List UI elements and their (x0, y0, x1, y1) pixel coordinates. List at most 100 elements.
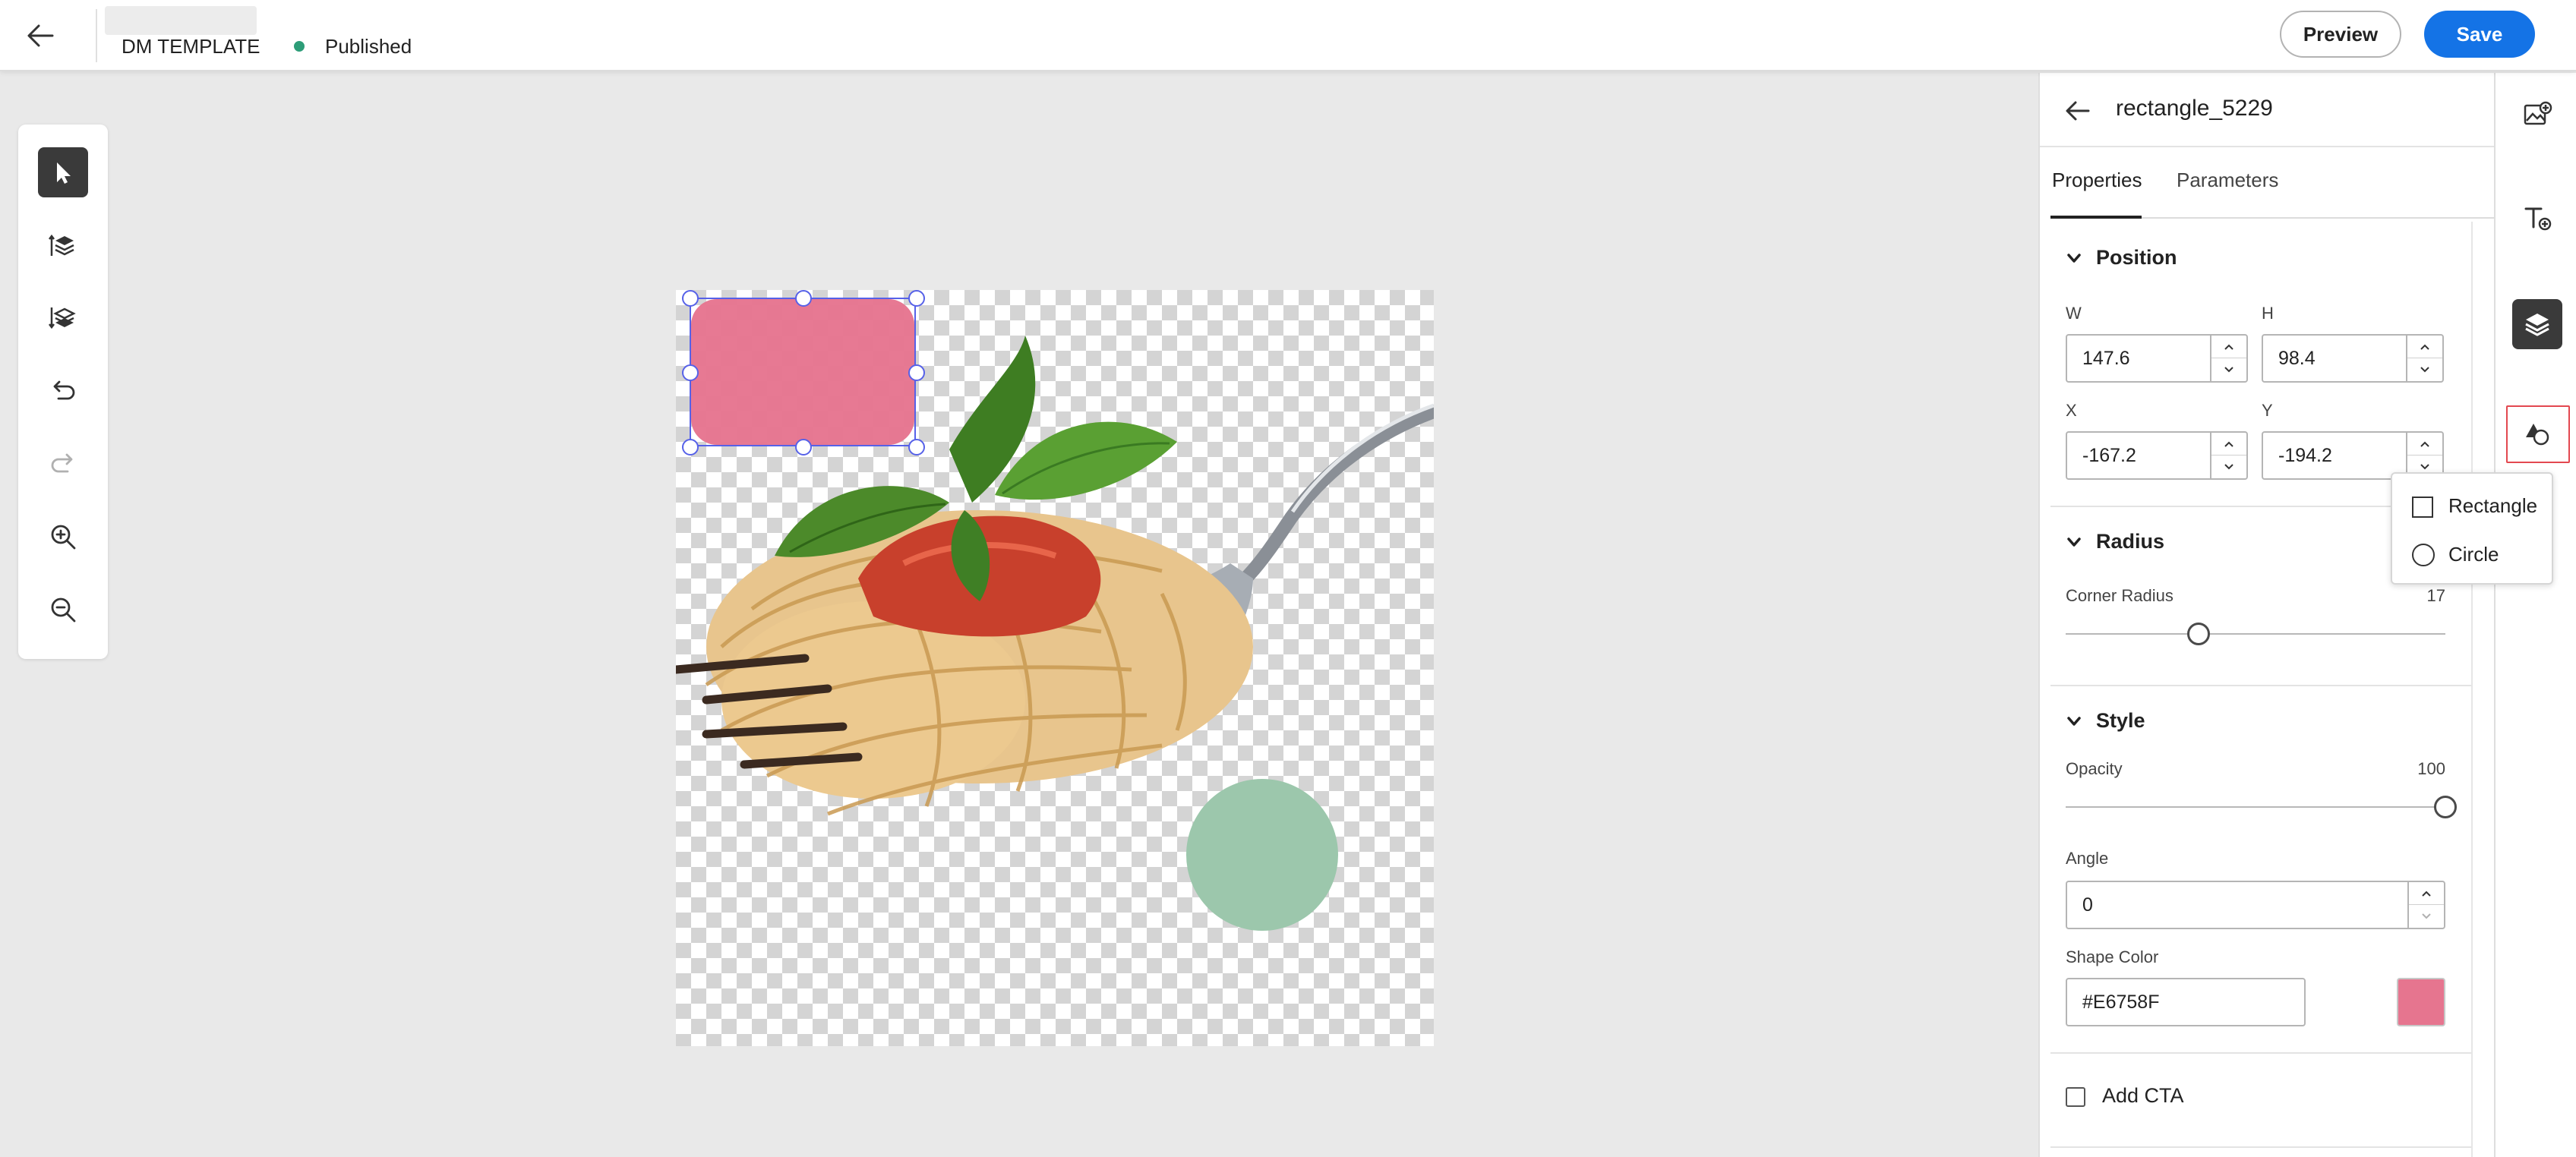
y-stepper (2406, 433, 2442, 478)
panel-divider (2040, 146, 2496, 147)
shape-dropdown-menu: Rectangle Circle (2391, 472, 2553, 585)
resize-handle-top[interactable] (795, 290, 812, 307)
tab-parameters[interactable]: Parameters (2177, 169, 2278, 192)
zoom-out-icon[interactable] (38, 585, 88, 635)
header-divider (96, 9, 97, 62)
selected-rectangle[interactable] (682, 290, 925, 456)
angle-input[interactable] (2067, 882, 2407, 928)
shape-color-swatch[interactable] (2397, 978, 2445, 1026)
position-section-header[interactable]: Position (2066, 246, 2177, 270)
x-field (2066, 431, 2248, 480)
angle-label: Angle (2066, 849, 2109, 868)
x-stepper (2210, 433, 2246, 478)
menu-item-label: Rectangle (2448, 493, 2538, 517)
y-increment-icon[interactable] (2407, 433, 2442, 456)
width-field (2066, 334, 2248, 383)
menu-item-circle[interactable]: Circle (2392, 530, 2552, 578)
panel-scrollbar[interactable] (2471, 222, 2473, 1157)
panel-back-icon[interactable] (2061, 94, 2095, 128)
pink-rectangle-shape[interactable] (691, 299, 914, 445)
angle-stepper (2407, 882, 2444, 928)
opacity-track[interactable] (2066, 806, 2445, 808)
add-image-icon[interactable] (2512, 90, 2562, 140)
menu-item-rectangle[interactable]: Rectangle (2392, 481, 2552, 530)
preview-button[interactable]: Preview (2280, 11, 2401, 58)
add-text-icon[interactable] (2512, 193, 2562, 243)
active-tab-indicator (2050, 216, 2142, 219)
save-button[interactable]: Save (2424, 11, 2535, 58)
height-stepper (2406, 336, 2442, 381)
bring-forward-icon[interactable] (38, 220, 88, 270)
h-label: H (2262, 304, 2274, 323)
right-rail (2494, 73, 2576, 1157)
shape-color-label: Shape Color (2066, 947, 2159, 966)
x-input[interactable] (2067, 433, 2210, 478)
width-decrement-icon[interactable] (2211, 358, 2246, 381)
resize-handle-top-left[interactable] (682, 290, 699, 307)
corner-radius-thumb[interactable] (2187, 623, 2210, 645)
style-section-header[interactable]: Style (2066, 709, 2145, 733)
resize-handle-bottom[interactable] (795, 439, 812, 456)
title-placeholder (105, 6, 257, 35)
height-increment-icon[interactable] (2407, 336, 2442, 358)
opacity-value: 100 (2417, 759, 2445, 778)
radius-title: Radius (2096, 530, 2165, 553)
status-dot (294, 41, 305, 52)
shape-color-input[interactable]: #E6758F (2066, 978, 2306, 1026)
element-name: rectangle_5229 (2116, 96, 2273, 121)
chevron-down-icon (2067, 253, 2081, 263)
angle-decrement-icon[interactable] (2409, 905, 2444, 928)
undo-icon[interactable] (38, 366, 88, 416)
width-stepper (2210, 336, 2246, 381)
section-divider (2050, 1146, 2471, 1148)
x-increment-icon[interactable] (2211, 433, 2246, 456)
opacity-thumb[interactable] (2434, 796, 2457, 818)
send-backward-icon[interactable] (38, 293, 88, 343)
top-bar: DM TEMPLATE Published Preview Save (0, 0, 2576, 71)
zoom-in-icon[interactable] (38, 512, 88, 562)
style-title: Style (2096, 709, 2145, 732)
height-field (2262, 334, 2444, 383)
width-input[interactable] (2067, 336, 2210, 381)
circle-icon (2412, 544, 2435, 566)
select-tool-icon[interactable] (38, 147, 88, 197)
radius-section-header[interactable]: Radius (2066, 530, 2164, 553)
add-cta-checkbox[interactable] (2066, 1087, 2085, 1107)
resize-handle-right[interactable] (908, 364, 925, 381)
back-arrow-icon[interactable] (23, 18, 58, 53)
tab-properties[interactable]: Properties (2052, 169, 2142, 192)
redo-icon[interactable] (38, 439, 88, 489)
add-cta-label: Add CTA (2102, 1084, 2184, 1107)
corner-radius-label: Corner Radius (2066, 586, 2174, 605)
angle-field (2066, 881, 2445, 929)
layers-icon[interactable] (2512, 299, 2562, 349)
resize-handle-top-right[interactable] (908, 290, 925, 307)
section-divider (2050, 685, 2471, 686)
resize-handle-bottom-left[interactable] (682, 439, 699, 456)
angle-increment-icon[interactable] (2409, 882, 2444, 905)
chevron-down-icon (2067, 716, 2081, 726)
corner-radius-track[interactable] (2066, 633, 2445, 635)
y-label: Y (2262, 401, 2273, 420)
shapes-icon[interactable] (2506, 405, 2570, 463)
section-divider (2050, 1052, 2471, 1054)
status-text: Published (325, 35, 412, 58)
design-canvas[interactable] (676, 290, 1434, 1046)
height-decrement-icon[interactable] (2407, 358, 2442, 381)
x-label: X (2066, 401, 2077, 420)
template-name: DM TEMPLATE (122, 35, 260, 58)
resize-handle-left[interactable] (682, 364, 699, 381)
w-label: W (2066, 304, 2082, 323)
x-decrement-icon[interactable] (2211, 456, 2246, 478)
resize-handle-bottom-right[interactable] (908, 439, 925, 456)
square-icon (2412, 497, 2433, 518)
opacity-label: Opacity (2066, 759, 2123, 778)
width-increment-icon[interactable] (2211, 336, 2246, 358)
green-circle-shape[interactable] (1186, 779, 1338, 931)
left-toolbar (18, 125, 108, 659)
height-input[interactable] (2263, 336, 2406, 381)
menu-item-label: Circle (2448, 542, 2499, 566)
y-input[interactable] (2263, 433, 2406, 478)
properties-panel: rectangle_5229 Properties Parameters Pos… (2038, 73, 2496, 1157)
corner-radius-value: 17 (2426, 586, 2445, 605)
